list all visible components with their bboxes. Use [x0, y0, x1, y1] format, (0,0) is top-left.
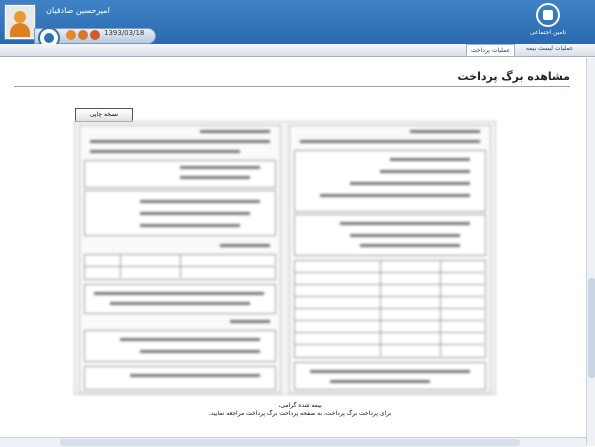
title-divider — [14, 86, 570, 87]
slip-line — [380, 170, 470, 173]
slip-line — [360, 244, 460, 247]
slip-line — [140, 200, 260, 203]
slip-line — [390, 158, 470, 161]
slip-line — [230, 320, 270, 323]
app-header: امیرحسین صادقیان 1393/03/18 تامین اجتماع… — [0, 0, 595, 49]
slip-line — [350, 182, 470, 185]
slip-copy-right — [289, 125, 491, 393]
slip-line — [140, 224, 240, 227]
username-label: امیرحسین صادقیان — [46, 6, 110, 15]
slip-box — [84, 366, 276, 390]
slip-box — [84, 284, 276, 314]
slip-line — [410, 130, 480, 133]
slip-line — [180, 176, 250, 179]
current-date: 1393/03/18 — [104, 29, 145, 37]
slip-box — [84, 160, 276, 188]
slip-line — [340, 222, 470, 225]
table-divider — [294, 320, 484, 321]
slip-box — [84, 330, 276, 362]
menu-payment-ops[interactable]: عملیات پرداخت — [466, 44, 516, 56]
slip-copy-left — [79, 125, 281, 393]
help-icon[interactable] — [78, 30, 88, 40]
table-divider — [294, 296, 484, 297]
slip-line — [140, 212, 250, 215]
page-title: مشاهده برگ پرداخت — [457, 70, 570, 83]
slip-line — [120, 338, 260, 341]
payment-slip-image — [74, 121, 496, 395]
slip-line — [310, 370, 470, 373]
slip-line — [320, 194, 470, 197]
slip-line — [220, 244, 270, 247]
payment-notice: بیمه شده گرامی، برای پرداخت برگ پرداخت، … — [150, 402, 450, 418]
notice-greeting: بیمه شده گرامی، — [278, 402, 322, 409]
slip-box — [294, 362, 486, 390]
table-divider — [294, 272, 484, 273]
slip-line — [350, 234, 460, 237]
avatar-head — [14, 11, 26, 23]
slip-line — [110, 302, 250, 305]
brand-logo: تامین اجتماعی — [522, 3, 574, 39]
vertical-scroll-thumb[interactable] — [588, 278, 595, 378]
print-version-button[interactable]: نسخه چاپی — [75, 108, 133, 122]
avatar-body — [10, 23, 30, 37]
settings-icon[interactable] — [66, 30, 76, 40]
logout-icon[interactable] — [90, 30, 100, 40]
slip-line — [300, 140, 480, 143]
menu-insurance-list[interactable]: عملیات لیست بیمه — [526, 45, 573, 52]
table-divider — [294, 344, 484, 345]
user-avatar[interactable] — [5, 5, 35, 39]
table-divider — [294, 284, 484, 285]
slip-line — [90, 150, 240, 153]
table-divider — [294, 332, 484, 333]
slip-line — [94, 292, 264, 295]
slip-line — [130, 374, 260, 377]
slip-line — [330, 380, 430, 383]
menu-bar: عملیات لیست بیمه عملیات پرداخت — [0, 44, 595, 57]
slip-line — [140, 350, 260, 353]
brand-name: تامین اجتماعی — [529, 29, 567, 36]
vertical-scrollbar[interactable] — [586, 58, 595, 446]
slip-line — [200, 130, 270, 133]
notice-text: برای پرداخت برگ پرداخت، به صفحه پرداخت ب… — [208, 410, 392, 417]
table-divider — [294, 308, 484, 309]
brand-emblem-icon — [536, 3, 560, 27]
slip-line — [180, 166, 260, 169]
table-divider — [84, 266, 274, 267]
horizontal-scroll-thumb[interactable] — [60, 439, 520, 446]
slip-line — [90, 140, 270, 143]
